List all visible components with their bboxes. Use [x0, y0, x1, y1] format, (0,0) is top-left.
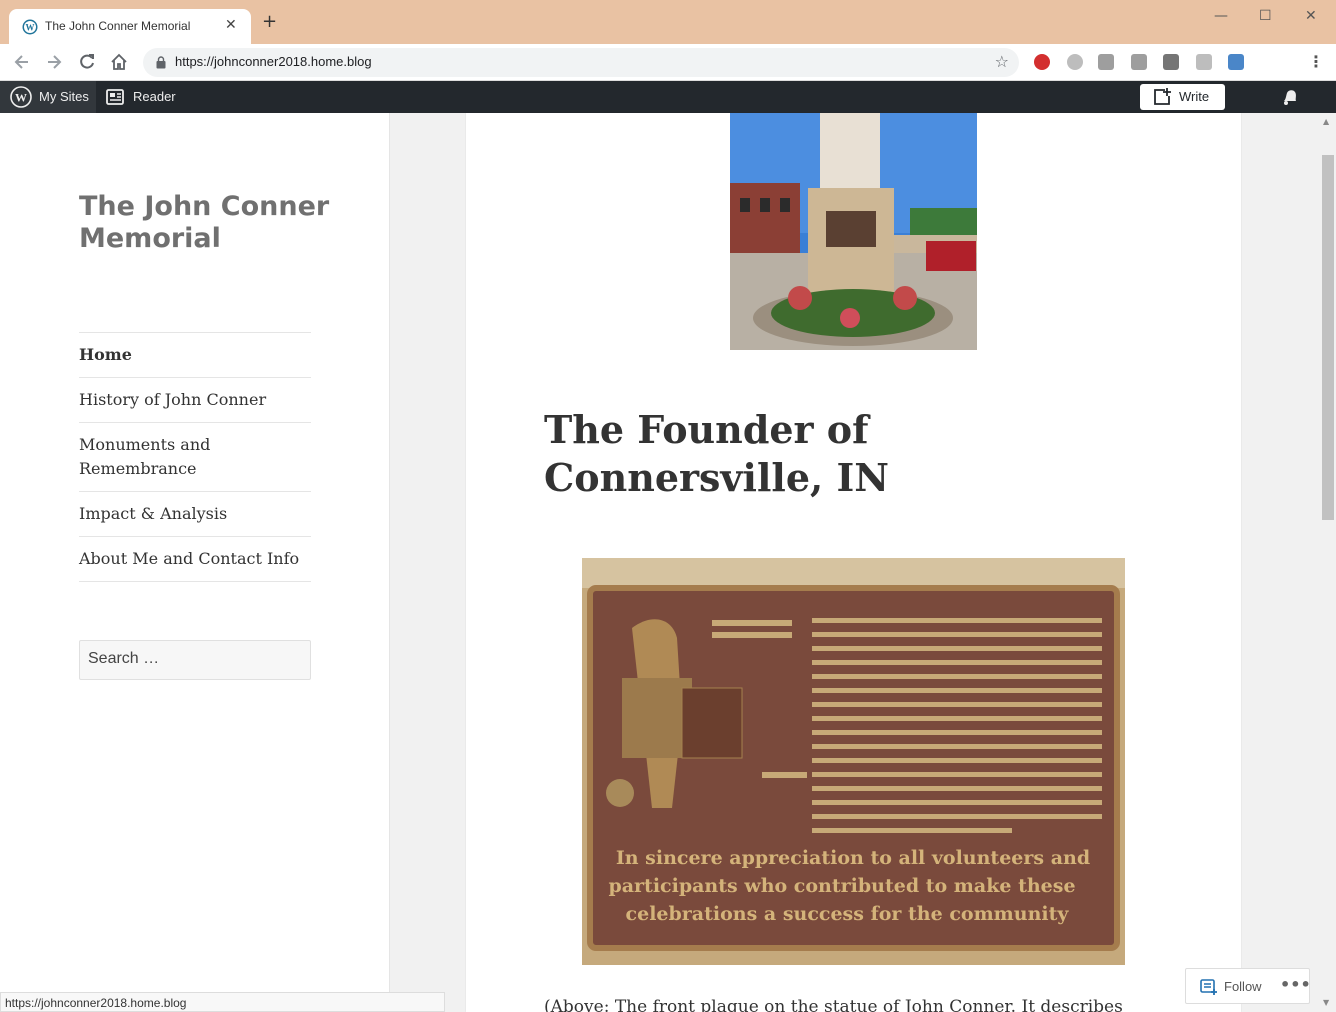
url-text: https://johnconner2018.home.blog — [175, 54, 372, 69]
extension-icon[interactable] — [1098, 54, 1114, 70]
docs-extension-icon[interactable] — [1228, 54, 1244, 70]
browser-toolbar: https://johnconner2018.home.blog ☆ ⋮ — [0, 44, 1336, 81]
status-bar-url: https://johnconner2018.home.blog — [0, 992, 445, 1012]
nav-item-history[interactable]: History of John Conner — [79, 378, 311, 423]
my-sites-label: My Sites — [39, 89, 89, 104]
follow-label: Follow — [1224, 979, 1262, 994]
write-button[interactable]: Write — [1140, 84, 1225, 110]
site-title[interactable]: The John Conner Memorial — [79, 191, 339, 255]
scrollbar-thumb[interactable] — [1322, 155, 1334, 520]
svg-text:participants who contributed t: participants who contributed to make the… — [608, 875, 1075, 897]
svg-text:In sincere appreciation to all: In sincere appreciation to all volunteer… — [616, 847, 1090, 869]
forward-arrow-icon[interactable] — [44, 52, 64, 72]
new-tab-button[interactable]: + — [262, 13, 277, 31]
maximize-button[interactable]: ☐ — [1259, 8, 1272, 24]
write-label: Write — [1179, 89, 1210, 104]
nav-item-about[interactable]: About Me and Contact Info — [79, 537, 311, 582]
address-bar[interactable]: https://johnconner2018.home.blog ☆ — [143, 48, 1019, 77]
page-scrollbar[interactable]: ▲ ▼ — [1320, 113, 1336, 1012]
wordpress-logo-icon: W — [10, 86, 32, 108]
sidebar: The John Conner Memorial Home History of… — [0, 113, 390, 1012]
tab-strip: W The John Conner Memorial ✕ + — ☐ ✕ — [0, 0, 1336, 44]
plaque-photo: In sincere appreciation to all volunteer… — [582, 558, 1125, 965]
browser-menu-icon[interactable]: ⋮ — [1308, 52, 1324, 71]
post-title: The Founder of Connersville, IN — [544, 407, 889, 500]
scroll-up-icon[interactable]: ▲ — [1323, 117, 1329, 126]
lock-icon — [156, 56, 166, 69]
my-sites-button[interactable]: W My Sites — [0, 81, 96, 113]
statue-photo — [730, 113, 977, 350]
main-content: The Founder of Connersville, IN In since… — [466, 113, 1241, 1012]
extension-icon[interactable] — [1163, 54, 1179, 70]
more-options-icon[interactable]: ••• — [1280, 975, 1311, 994]
reader-icon[interactable] — [106, 89, 124, 105]
wordpress-admin-bar: W My Sites Reader Write — [0, 81, 1336, 113]
follow-reader-icon — [1200, 979, 1217, 995]
svg-text:W: W — [26, 23, 35, 33]
home-icon[interactable] — [109, 52, 129, 72]
nav-item-impact[interactable]: Impact & Analysis — [79, 492, 311, 537]
scroll-down-icon[interactable]: ▼ — [1323, 998, 1329, 1007]
browser-tab[interactable]: W The John Conner Memorial ✕ — [9, 9, 251, 44]
notifications-bell-icon[interactable] — [1280, 87, 1300, 107]
main-navigation: Home History of John Conner Monuments an… — [79, 332, 311, 582]
extension-icon[interactable] — [1196, 54, 1212, 70]
minimize-button[interactable]: — — [1214, 8, 1228, 24]
tab-close-icon[interactable]: ✕ — [225, 17, 237, 33]
adblock-extension-icon[interactable] — [1034, 54, 1050, 70]
nav-item-home[interactable]: Home — [79, 333, 311, 378]
svg-text:W: W — [15, 91, 27, 105]
back-arrow-icon[interactable] — [12, 52, 32, 72]
close-window-button[interactable]: ✕ — [1305, 8, 1317, 24]
wordpress-favicon-icon: W — [22, 19, 38, 35]
reload-icon[interactable] — [77, 52, 97, 72]
nav-item-monuments[interactable]: Monuments and Remembrance — [79, 423, 311, 492]
svg-text:celebrations a success for the: celebrations a success for the community — [626, 903, 1070, 925]
search-input[interactable]: Search … — [79, 640, 311, 680]
reader-label[interactable]: Reader — [133, 89, 176, 104]
bookmark-star-icon[interactable]: ☆ — [995, 52, 1009, 71]
write-plus-icon — [1154, 88, 1171, 105]
extension-icon[interactable] — [1067, 54, 1083, 70]
tab-title: The John Conner Memorial — [45, 19, 191, 33]
post-caption: (Above: The front plaque on the statue o… — [544, 997, 1123, 1012]
follow-button[interactable]: Follow ••• — [1185, 968, 1311, 1004]
extension-icon[interactable] — [1131, 54, 1147, 70]
